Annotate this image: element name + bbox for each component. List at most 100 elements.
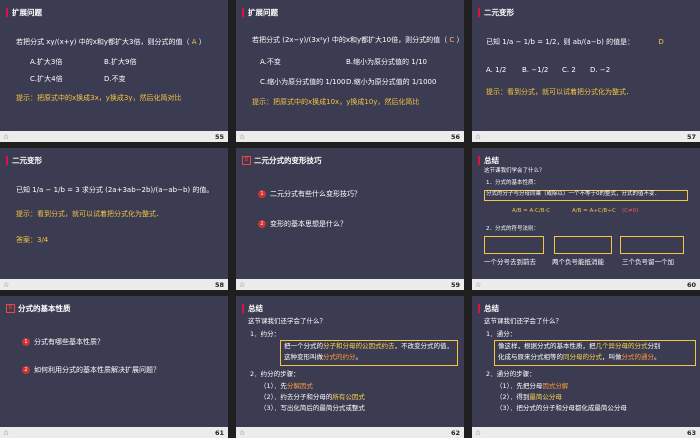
step-3: （3）．写出化简后的最简分式或整式 [260, 404, 365, 412]
section-tag-icon: B [242, 156, 251, 165]
slide-grid: 扩展问题 若把分式 xy/(x+y) 中的x和y都扩大3倍，则分式的值（ A ）… [0, 0, 700, 438]
slide-number: 57 [686, 132, 696, 141]
option-b: B.缩小为原分式值的 1/10 [346, 58, 427, 66]
section-1: 1．约分： [250, 330, 281, 338]
option-b: B. −1/2 [522, 66, 549, 74]
slide-thumbnail-55[interactable]: 扩展问题 若把分式 xy/(x+y) 中的x和y都扩大3倍，则分式的值（ A ）… [0, 0, 228, 142]
bullet-2-icon: 2 [22, 366, 30, 374]
slide-number: 56 [450, 132, 460, 141]
option-b: B.扩大9倍 [104, 58, 137, 66]
list-item: 2 变形的基本思想是什么？ [258, 220, 347, 229]
formula-2: A/B = A÷C/B÷C [572, 208, 616, 214]
slide-number: 63 [686, 428, 696, 437]
option-c: C.缩小为原分式值的 1/100 [260, 78, 346, 86]
slide-number: 58 [214, 280, 224, 289]
slide-thumbnail-62[interactable]: 总结 这节课我们还学会了什么？ 1．约分： 把一个分式的分子和分母的公因式约去，… [236, 296, 464, 438]
sign-box-2 [554, 236, 612, 254]
question-text: 已知 1/a − 1/b = 3 求分式 (2a+3ab−2b)/(a−ab−b… [16, 186, 214, 194]
star-icon[interactable]: ☆ [239, 429, 245, 438]
slide-thumbnail-57[interactable]: 二元变形 已知 1/a − 1/b = 1/2，则 ab/(a−b) 的值是： … [472, 0, 700, 142]
definition-line-2: 这种变形叫做分式的约分。 [284, 353, 362, 361]
bullet-2-icon: 2 [258, 220, 266, 228]
section-2: 2．约分的步骤： [250, 370, 300, 378]
section-1: 1．分式的基本性质： [486, 180, 539, 186]
star-icon[interactable]: ☆ [475, 429, 481, 438]
step-1: （1）．先把分母因式分解 [496, 382, 569, 390]
definition-line-1: 把一个分式的分子和分母的公因式约去，不改变分式的值， [284, 342, 453, 350]
list-item: 1 二元分式有些什么变形技巧？ [258, 190, 361, 199]
sign-rule-2: 两个负号能抵消能 [552, 258, 604, 266]
slide-footer: ☆ 61 [0, 427, 228, 438]
slide-title: 二元变形 [484, 8, 514, 17]
sign-box-3 [620, 236, 684, 254]
title-accent [6, 156, 8, 165]
slide-title: 分式的基本性质 [18, 304, 71, 313]
slide-thumbnail-59[interactable]: B 二元分式的变形技巧 1 二元分式有些什么变形技巧？ 2 变形的基本思想是什么？ … [236, 148, 464, 290]
step-1: （1）．先分解因式 [260, 382, 313, 390]
title-accent [478, 156, 480, 165]
slide-title: 扩展问题 [248, 8, 278, 17]
slide-title: 总结 [484, 304, 499, 313]
slide-number: 61 [214, 428, 224, 437]
list-item: 2 如何利用分式的基本性质解决扩展问题？ [22, 366, 160, 375]
star-icon[interactable]: ☆ [475, 281, 481, 290]
answer: A [191, 38, 197, 46]
formula-1: A/B = A·C/B·C [512, 208, 551, 214]
section-2: 2．通分的步骤： [486, 370, 536, 378]
star-icon[interactable]: ☆ [3, 133, 9, 142]
definition-line-2: 化成与原来分式相等的同分母的分式，叫做分式的通分。 [498, 353, 661, 361]
condition: (C≠0) [622, 208, 639, 214]
sign-box-1 [484, 236, 544, 254]
definition-line-1: 像这样，根据分式的基本性质，把几个异分母的分式分别 [498, 342, 661, 350]
option-c: C. 2 [562, 66, 576, 74]
section-1: 1．通分： [486, 330, 517, 338]
option-a: A. 1/2 [486, 66, 507, 74]
star-icon[interactable]: ☆ [239, 133, 245, 142]
sign-rule-1: 一个分号去到前去 [484, 258, 536, 266]
answer: C [449, 36, 455, 44]
slide-title: 扩展问题 [12, 8, 42, 17]
star-icon[interactable]: ☆ [3, 429, 9, 438]
slide-number: 55 [214, 132, 224, 141]
hint-text: 提示：把原式中的x换成10x，y换成10y，然后化简比 [252, 98, 420, 106]
bullet-1-icon: 1 [258, 190, 266, 198]
slide-footer: ☆ 57 [472, 131, 700, 142]
answer: D [658, 38, 664, 46]
title-accent [242, 8, 244, 17]
title-accent [478, 304, 480, 313]
slide-number: 59 [450, 280, 460, 289]
title-accent [242, 304, 244, 313]
slide-thumbnail-61[interactable]: B 分式的基本性质 1 分式有哪些基本性质？ 2 如何利用分式的基本性质解决扩展问题… [0, 296, 228, 438]
slide-thumbnail-63[interactable]: 总结 这节课我们还学会了什么？ 1．通分： 像这样，根据分式的基本性质，把几个异… [472, 296, 700, 438]
slide-footer: ☆ 55 [0, 131, 228, 142]
bullet-1-icon: 1 [22, 338, 30, 346]
hint-text: 提示：看到分式，就可以试着把分式化为整式． [486, 88, 633, 96]
option-d: D. −2 [590, 66, 611, 74]
star-icon[interactable]: ☆ [3, 281, 9, 290]
slide-footer: ☆ 63 [472, 427, 700, 438]
question-text: 已知 1/a − 1/b = 1/2，则 ab/(a−b) 的值是： D [486, 38, 664, 46]
slide-footer: ☆ 56 [236, 131, 464, 142]
title-accent [478, 8, 480, 17]
slide-thumbnail-58[interactable]: 二元变形 已知 1/a − 1/b = 3 求分式 (2a+3ab−2b)/(a… [0, 148, 228, 290]
sign-rule-3: 三个负号留一个加 [622, 258, 674, 266]
section-tag-icon: B [6, 304, 15, 313]
rule-text: 分式的分子与分母同乘（或除以）一个不等于0的整式，分式的值不变． [486, 191, 661, 197]
section-2: 2．分式的符号法则： [486, 226, 539, 232]
slide-thumbnail-60[interactable]: 总结 这节课我们学会了什么？ 1．分式的基本性质： 分式的分子与分母同乘（或除以… [472, 148, 700, 290]
star-icon[interactable]: ☆ [239, 281, 245, 290]
slide-thumbnail-56[interactable]: 扩展问题 若把分式 (2x−y)/(3x²y) 中的x和y都扩大10倍，则分式的… [236, 0, 464, 142]
question-text: 若把分式 (2x−y)/(3x²y) 中的x和y都扩大10倍，则分式的值（ C … [252, 36, 464, 44]
slide-number: 60 [686, 280, 696, 289]
option-a: A.扩大3倍 [30, 58, 63, 66]
answer: 3/4 [37, 236, 49, 244]
subtitle: 这节课我们学会了什么？ [484, 168, 545, 174]
slide-footer: ☆ 60 [472, 279, 700, 290]
question-text: 若把分式 xy/(x+y) 中的x和y都扩大3倍，则分式的值（ A ） [16, 38, 206, 46]
hint-text: 提示：把原式中的x换成3x，y换成3y，然后化简对比 [16, 94, 182, 102]
star-icon[interactable]: ☆ [475, 133, 481, 142]
slide-title: 二元变形 [12, 156, 42, 165]
slide-footer: ☆ 59 [236, 279, 464, 290]
slide-footer: ☆ 62 [236, 427, 464, 438]
slide-title: 二元分式的变形技巧 [254, 156, 322, 165]
